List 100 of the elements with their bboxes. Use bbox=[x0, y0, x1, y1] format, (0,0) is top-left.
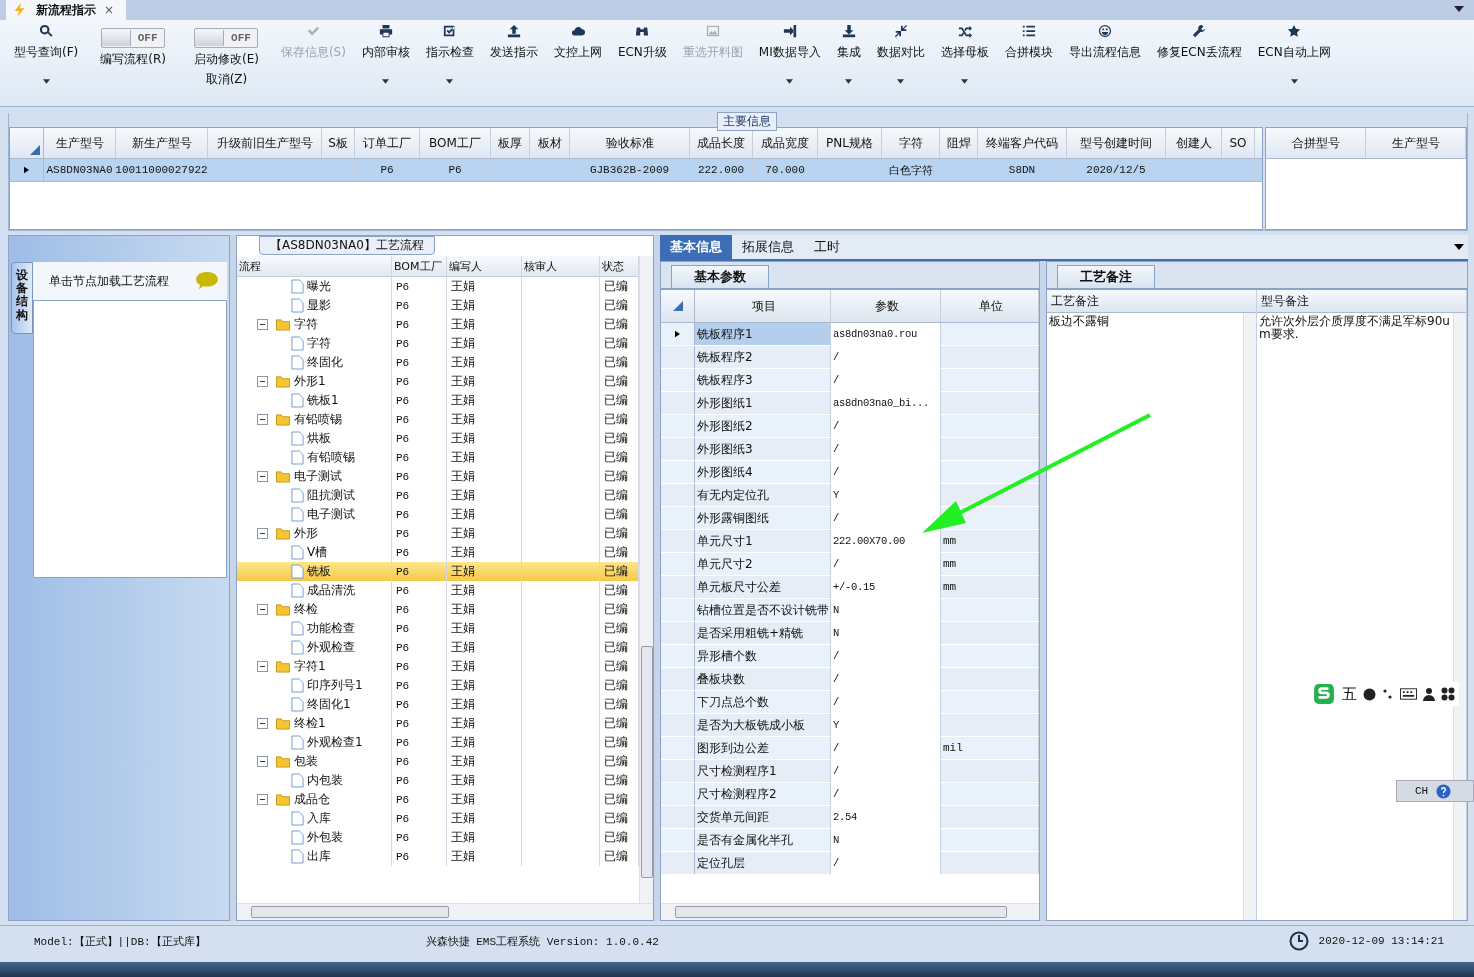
collapse-icon[interactable] bbox=[257, 604, 268, 615]
vertical-scrollbar[interactable] bbox=[1243, 313, 1256, 920]
column-header[interactable]: PNL规格 bbox=[818, 128, 882, 158]
tree-row[interactable]: 终固化 P6 王娟 已编 bbox=[237, 353, 639, 372]
column-header[interactable]: 升级前旧生产型号 bbox=[208, 128, 322, 158]
table-row[interactable]: 下刀点总个数 / bbox=[661, 691, 1039, 714]
table-row[interactable]: 定位孔层 / bbox=[661, 852, 1039, 875]
column-header[interactable]: 订单工厂 bbox=[355, 128, 420, 158]
table-row[interactable]: 铣板程序3 / bbox=[661, 369, 1039, 392]
document-tab[interactable]: 新流程指示 × bbox=[6, 0, 127, 20]
column-header[interactable]: BOM工厂 bbox=[420, 128, 491, 158]
table-row[interactable]: 钻槽位置是否不设计铣带 N bbox=[661, 599, 1039, 622]
column-header[interactable]: 参数 bbox=[831, 290, 941, 322]
collapse-icon[interactable] bbox=[257, 718, 268, 729]
table-row[interactable]: 叠板块数 / bbox=[661, 668, 1039, 691]
tree-row[interactable]: 有铅喷锡 P6 王娟 已编 bbox=[237, 448, 639, 467]
tree-row[interactable]: 电子测试 P6 王娟 已编 bbox=[237, 467, 639, 486]
collapse-icon[interactable] bbox=[257, 471, 268, 482]
tree-row[interactable]: 铣板 P6 王娟 已编 bbox=[237, 562, 639, 581]
table-row[interactable]: 图形到边公差 / mil bbox=[661, 737, 1039, 760]
caret-icon[interactable] bbox=[1454, 244, 1464, 250]
caret-icon[interactable] bbox=[1454, 6, 1464, 12]
collapse-icon[interactable] bbox=[257, 756, 268, 767]
column-header[interactable]: 成品宽度 bbox=[753, 128, 818, 158]
vertical-scrollbar[interactable] bbox=[639, 256, 653, 903]
table-row[interactable]: 是否为大板铣成小板 Y bbox=[661, 714, 1039, 737]
horizontal-scrollbar[interactable] bbox=[237, 903, 653, 920]
toolbar-button[interactable]: 文控上网 bbox=[545, 24, 610, 88]
tree-row[interactable]: 有铅喷锡 P6 王娟 已编 bbox=[237, 410, 639, 429]
column-header[interactable]: 型号创建时间 bbox=[1067, 128, 1166, 158]
collapse-icon[interactable] bbox=[257, 528, 268, 539]
table-row[interactable]: 外形露铜图纸 / bbox=[661, 507, 1039, 530]
tree-row[interactable]: 外形1 P6 王娟 已编 bbox=[237, 372, 639, 391]
help-icon[interactable] bbox=[1436, 783, 1452, 799]
column-header[interactable]: BOM工厂 bbox=[392, 256, 447, 276]
table-row[interactable]: 单元尺寸1 222.00X70.00 mm bbox=[661, 530, 1039, 553]
table-row[interactable]: 交货单元间距 2.54 bbox=[661, 806, 1039, 829]
user-icon[interactable] bbox=[1423, 687, 1435, 701]
toolbar-button[interactable]: 指示检查 bbox=[417, 24, 482, 88]
toolbar-button[interactable]: 型号查询(F) bbox=[6, 24, 87, 88]
tree-row[interactable]: 铣板1 P6 王娟 已编 bbox=[237, 391, 639, 410]
table-row[interactable]: 单元尺寸2 / mm bbox=[661, 553, 1039, 576]
ime-mode[interactable]: 五 bbox=[1342, 684, 1357, 704]
tab[interactable]: 基本信息 bbox=[660, 235, 732, 259]
table-row[interactable]: 是否有金属化半孔 N bbox=[661, 829, 1039, 852]
column-header[interactable]: 创建人 bbox=[1166, 128, 1222, 158]
toolbar-button[interactable]: 集成 bbox=[828, 24, 869, 88]
close-tab-button[interactable]: × bbox=[104, 3, 115, 17]
collapse-icon[interactable] bbox=[257, 794, 268, 805]
table-row[interactable]: AS8DN03NA0 10011000027922 P6 P6 GJB362B-2009 222.000 70.000 白色字符 S8DN 2020/12/5 bbox=[10, 159, 1262, 182]
table-row[interactable]: 尺寸检测程序1 / bbox=[661, 760, 1039, 783]
column-header[interactable]: S板 bbox=[322, 128, 355, 158]
toolbar-button[interactable]: 合拼模块 bbox=[996, 24, 1061, 88]
tree-row[interactable]: 成品清洗 P6 王娟 已编 bbox=[237, 581, 639, 600]
column-header[interactable]: 字符 bbox=[882, 128, 940, 158]
tree-row[interactable]: 入库 P6 王娟 已编 bbox=[237, 809, 639, 828]
column-header[interactable]: 生产型号 bbox=[44, 128, 116, 158]
tab[interactable]: 工时 bbox=[804, 235, 850, 259]
column-header[interactable]: 项目 bbox=[695, 290, 831, 322]
column-header[interactable]: 成品长度 bbox=[690, 128, 753, 158]
tree-row[interactable]: 出库 P6 王娟 已编 bbox=[237, 847, 639, 866]
column-header[interactable]: 单位 bbox=[941, 290, 1039, 322]
tree-row[interactable]: 字符 P6 王娟 已编 bbox=[237, 315, 639, 334]
toolbar-button[interactable]: 内部审核 bbox=[353, 24, 418, 88]
tree-row[interactable]: 成品仓 P6 王娟 已编 bbox=[237, 790, 639, 809]
column-header[interactable]: 流程 bbox=[237, 256, 392, 276]
toolbar-button[interactable]: 修复ECN丢流程 bbox=[1148, 24, 1250, 88]
column-header[interactable]: 板厚 bbox=[491, 128, 530, 158]
toolbar-button[interactable]: ECN自动上网 bbox=[1249, 24, 1339, 88]
column-header[interactable]: 核审人 bbox=[522, 256, 600, 276]
moon-icon[interactable] bbox=[1363, 687, 1376, 701]
table-row[interactable]: 有无内定位孔 Y bbox=[661, 484, 1039, 507]
tree-row[interactable]: 电子测试 P6 王娟 已编 bbox=[237, 505, 639, 524]
table-row[interactable]: 外形图纸1 as8dn03na0_bi... bbox=[661, 392, 1039, 415]
toolbar-button[interactable]: 数据对比 bbox=[868, 24, 933, 88]
column-header[interactable]: SO bbox=[1222, 128, 1255, 158]
column-header[interactable]: 新生产型号 bbox=[116, 128, 208, 158]
tree-row[interactable]: 印序列号1 P6 王娟 已编 bbox=[237, 676, 639, 695]
horizontal-scrollbar[interactable] bbox=[661, 903, 1039, 920]
tree-row[interactable]: 显影 P6 王娟 已编 bbox=[237, 296, 639, 315]
collapse-icon[interactable] bbox=[257, 414, 268, 425]
keyboard-icon[interactable] bbox=[1400, 688, 1417, 700]
table-row[interactable]: 是否采用粗铣+精铣 N bbox=[661, 622, 1039, 645]
toggle-switch[interactable]: OFF bbox=[101, 28, 166, 48]
tree-row[interactable]: 外包装 P6 王娟 已编 bbox=[237, 828, 639, 847]
tree-row[interactable]: 外观检查1 P6 王娟 已编 bbox=[237, 733, 639, 752]
column-header[interactable]: 板材 bbox=[530, 128, 570, 158]
vertical-scrollbar[interactable] bbox=[1453, 313, 1466, 920]
tree-row[interactable]: 阻抗测试 P6 王娟 已编 bbox=[237, 486, 639, 505]
tree-row[interactable]: 终检 P6 王娟 已编 bbox=[237, 600, 639, 619]
table-row[interactable]: 外形图纸2 / bbox=[661, 415, 1039, 438]
tree-row[interactable]: 内包装 P6 王娟 已编 bbox=[237, 771, 639, 790]
column-header[interactable]: 合拼型号 bbox=[1266, 128, 1366, 158]
table-row[interactable]: 铣板程序2 / bbox=[661, 346, 1039, 369]
table-row[interactable]: 外形图纸4 / bbox=[661, 461, 1039, 484]
toolbar-button[interactable]: 发送指示 bbox=[481, 24, 546, 88]
tree-row[interactable]: 外观检查 P6 王娟 已编 bbox=[237, 638, 639, 657]
table-row[interactable]: 单元板尺寸公差 +/-0.15 mm bbox=[661, 576, 1039, 599]
tree-row[interactable]: 曝光 P6 王娟 已编 bbox=[237, 277, 639, 296]
tree-row[interactable]: 字符1 P6 王娟 已编 bbox=[237, 657, 639, 676]
